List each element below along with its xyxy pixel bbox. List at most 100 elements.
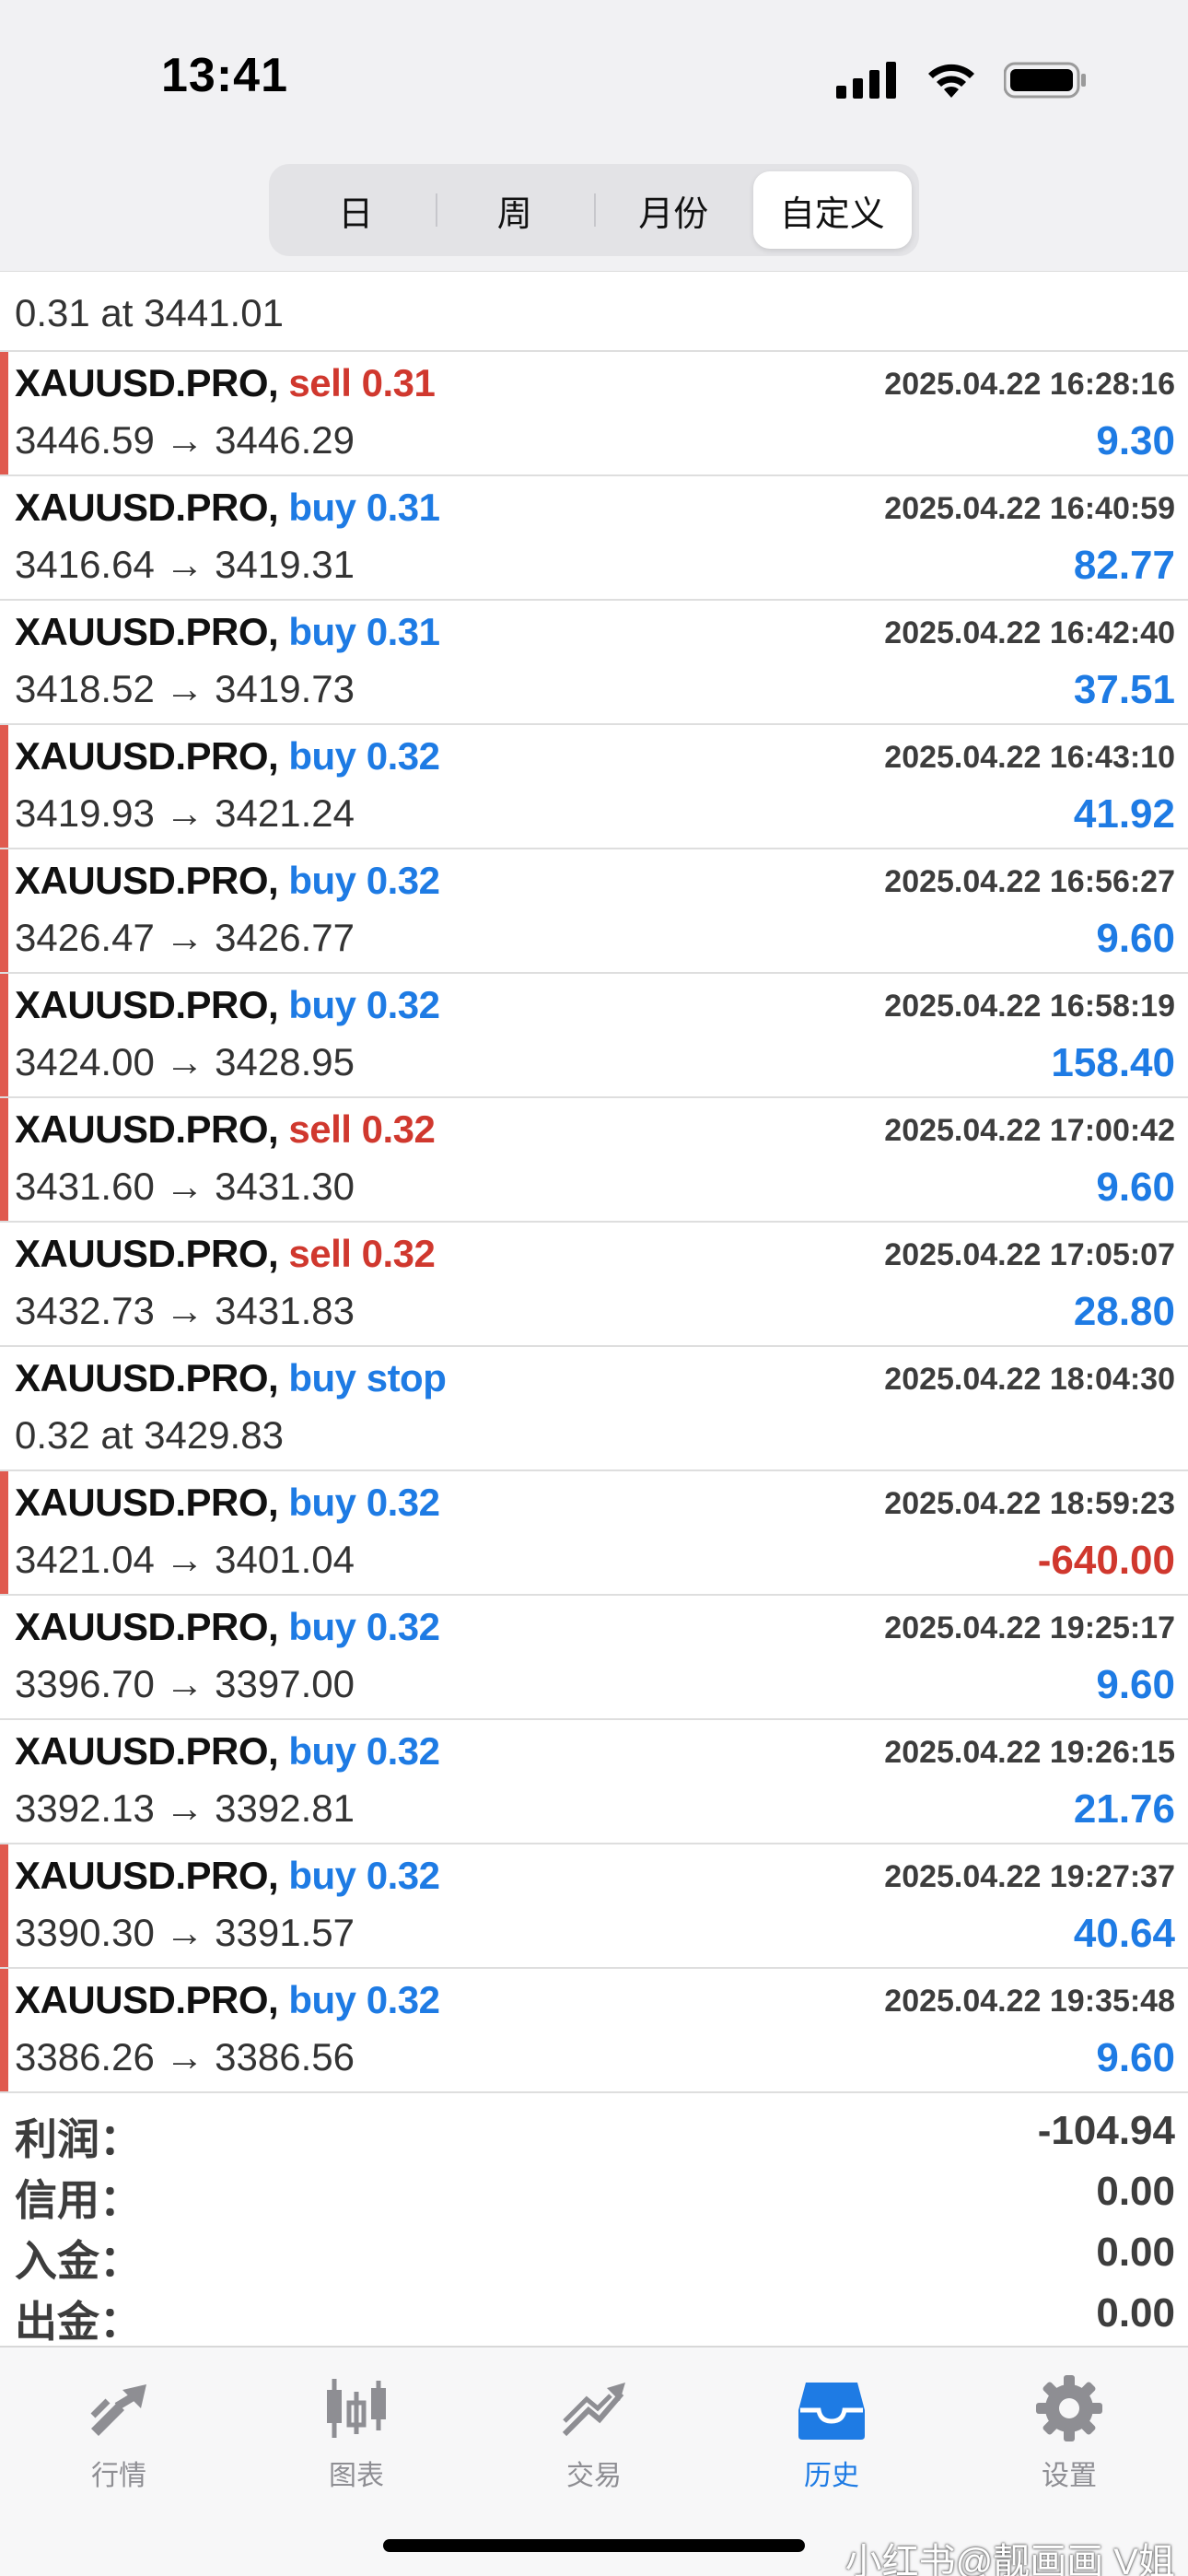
deal-row[interactable]: XAUUSD.PRO, buy 0.32 2025.04.22 18:59:23 3…	[0, 1471, 1188, 1596]
trade-icon	[562, 2383, 625, 2437]
deal-profit: 9.60	[1096, 2035, 1175, 2080]
deal-side: sell 0.32	[288, 1107, 436, 1151]
deal-profit: -640.00	[1037, 1538, 1175, 1583]
deal-profit: 28.80	[1073, 1289, 1175, 1334]
deals-list: XAUUSD.PRO, sell stop0.31 at 3441.01XAUU…	[0, 228, 1188, 2093]
deal-time: 2025.04.22 16:42:40	[884, 615, 1175, 650]
deal-marker	[0, 974, 8, 1096]
deal-time: 2025.04.22 19:35:48	[884, 1984, 1175, 2019]
deal-title: XAUUSD.PRO, sell 0.31	[15, 361, 436, 405]
deal-prices: 3390.30 → 3391.57	[15, 1911, 355, 1954]
deal-title: XAUUSD.PRO, buy 0.32	[15, 1481, 440, 1525]
deal-profit: 9.60	[1096, 916, 1175, 961]
wifi-icon	[928, 64, 974, 98]
deal-row[interactable]: XAUUSD.PRO, buy stop 2025.04.22 18:04:30 0…	[0, 1347, 1188, 1471]
deal-prices: 3426.47 → 3426.77	[15, 916, 355, 959]
deal-symbol: XAUUSD.PRO,	[15, 1854, 279, 1897]
period-segmented-control: 日 周 月份 自定义	[269, 164, 919, 256]
deal-title: XAUUSD.PRO, buy 0.32	[15, 1605, 440, 1649]
summary-label: 利润：	[15, 2115, 142, 2163]
tab-settings-label: 设置	[1042, 2461, 1097, 2491]
tab-quotes-label: 行情	[91, 2461, 146, 2491]
deal-row[interactable]: XAUUSD.PRO, sell 0.32 2025.04.22 17:05:07…	[0, 1223, 1188, 1347]
deal-prices: 3446.59 → 3446.29	[15, 418, 355, 462]
header: 13:41 日 周 月份 自定义	[0, 0, 1188, 272]
deal-symbol: XAUUSD.PRO,	[15, 1232, 279, 1275]
deal-title: XAUUSD.PRO, buy 0.32	[15, 1729, 440, 1774]
deal-row[interactable]: XAUUSD.PRO, buy 0.32 2025.04.22 16:43:10 3…	[0, 725, 1188, 849]
deal-prices: 3419.93 → 3421.24	[15, 791, 355, 835]
deal-side: buy stop	[288, 1356, 447, 1399]
summary-row: 利润： -104.94	[0, 2102, 1188, 2163]
deal-prices: 3424.00 → 3428.95	[15, 1040, 355, 1083]
deal-prices: 0.31 at 3441.01	[15, 291, 284, 334]
deal-symbol: XAUUSD.PRO,	[15, 734, 279, 778]
summary-row: 信用： 0.00	[0, 2163, 1188, 2224]
deal-prices: 0.32 at 3429.83	[15, 1413, 284, 1457]
deal-time: 2025.04.22 19:25:17	[884, 1610, 1175, 1645]
deal-title: XAUUSD.PRO, buy 0.32	[15, 859, 440, 903]
tab-quotes[interactable]: 行情	[0, 2348, 238, 2576]
deal-time: 2025.04.22 16:58:19	[884, 989, 1175, 1024]
deal-time: 2025.04.22 19:26:15	[884, 1735, 1175, 1770]
deal-time: 2025.04.22 17:00:42	[884, 1113, 1175, 1148]
deal-title: XAUUSD.PRO, buy 0.32	[15, 983, 440, 1027]
deal-time: 2025.04.22 18:04:30	[884, 1362, 1175, 1397]
deal-time: 2025.04.22 16:28:16	[884, 367, 1175, 402]
deal-marker	[0, 1098, 8, 1221]
deal-profit: 21.76	[1073, 1786, 1175, 1832]
deal-row[interactable]: XAUUSD.PRO, buy 0.32 2025.04.22 16:58:19 3…	[0, 974, 1188, 1098]
history-icon	[798, 2383, 865, 2440]
deal-marker	[0, 725, 8, 848]
home-indicator[interactable]	[383, 2539, 805, 2552]
deal-profit: 41.92	[1073, 791, 1175, 837]
deal-side: buy 0.32	[288, 859, 440, 902]
deal-row[interactable]: XAUUSD.PRO, buy 0.32 2025.04.22 16:56:27 3…	[0, 849, 1188, 974]
deal-marker	[0, 849, 8, 972]
deal-title: XAUUSD.PRO, buy 0.32	[15, 734, 440, 779]
segment-month[interactable]: 月份	[594, 171, 753, 249]
deal-row[interactable]: XAUUSD.PRO, sell 0.32 2025.04.22 17:00:42…	[0, 1098, 1188, 1223]
deal-symbol: XAUUSD.PRO,	[15, 361, 279, 404]
deal-marker	[0, 1471, 8, 1594]
deal-row[interactable]: XAUUSD.PRO, buy 0.32 2025.04.22 19:25:17 3…	[0, 1596, 1188, 1720]
deal-time: 2025.04.22 17:05:07	[884, 1237, 1175, 1272]
deal-symbol: XAUUSD.PRO,	[15, 1605, 279, 1648]
deal-profit: 158.40	[1051, 1040, 1175, 1085]
segment-custom[interactable]: 自定义	[752, 171, 912, 249]
deal-marker	[0, 352, 8, 474]
deal-row[interactable]: XAUUSD.PRO, buy 0.31 2025.04.22 16:40:59 3…	[0, 476, 1188, 601]
deal-profit: 82.77	[1073, 543, 1175, 588]
deal-side: buy 0.32	[288, 1854, 440, 1897]
deal-profit: 9.60	[1096, 1165, 1175, 1210]
segment-day[interactable]: 日	[276, 171, 436, 249]
deal-side: buy 0.31	[288, 610, 440, 653]
segment-week[interactable]: 周	[435, 171, 595, 249]
deal-title: XAUUSD.PRO, buy 0.32	[15, 1978, 440, 2022]
deal-time: 2025.04.22 16:56:27	[884, 864, 1175, 899]
deal-side: buy 0.32	[288, 1729, 440, 1773]
quotes-icon	[90, 2384, 146, 2436]
deal-time: 2025.04.22 18:59:23	[884, 1486, 1175, 1521]
settings-icon	[1036, 2375, 1102, 2441]
deal-row[interactable]: XAUUSD.PRO, buy 0.32 2025.04.22 19:26:15 3…	[0, 1720, 1188, 1844]
deal-symbol: XAUUSD.PRO,	[15, 983, 279, 1026]
chart-icon	[327, 2379, 386, 2438]
deal-row[interactable]: XAUUSD.PRO, buy 0.31 2025.04.22 16:42:40 3…	[0, 601, 1188, 725]
deal-symbol: XAUUSD.PRO,	[15, 1978, 279, 2021]
deal-symbol: XAUUSD.PRO,	[15, 859, 279, 902]
deal-row[interactable]: XAUUSD.PRO, buy 0.32 2025.04.22 19:35:48 3…	[0, 1969, 1188, 2093]
cellular-signal-icon	[836, 62, 896, 99]
deal-symbol: XAUUSD.PRO,	[15, 1107, 279, 1151]
deal-side: buy 0.31	[288, 486, 440, 529]
summary-value: 0.00	[1096, 2230, 1175, 2275]
deal-symbol: XAUUSD.PRO,	[15, 1356, 279, 1399]
deal-time: 2025.04.22 16:40:59	[884, 491, 1175, 526]
deal-side: buy 0.32	[288, 1605, 440, 1648]
deal-profit: 9.60	[1096, 1662, 1175, 1707]
summary-label: 信用：	[15, 2176, 142, 2224]
deal-row[interactable]: XAUUSD.PRO, sell 0.31 2025.04.22 16:28:16…	[0, 352, 1188, 476]
deal-row[interactable]: XAUUSD.PRO, buy 0.32 2025.04.22 19:27:37 3…	[0, 1844, 1188, 1969]
tab-history-label: 历史	[804, 2461, 859, 2491]
watermark: 小红书@靓画画 V姐	[844, 2542, 1175, 2576]
